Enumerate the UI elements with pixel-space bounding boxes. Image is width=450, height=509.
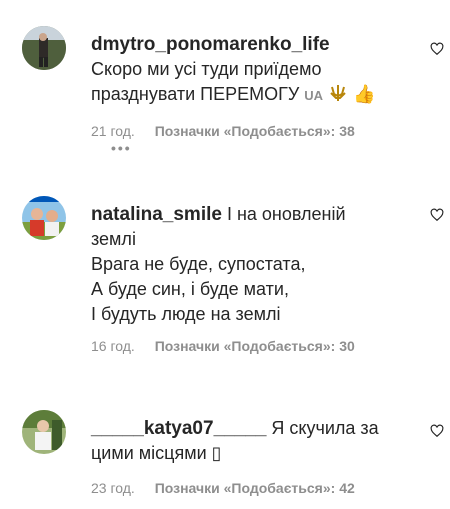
- likes-count[interactable]: Позначки «Подобається»: 30: [155, 338, 355, 354]
- ua-flag-emoji: UA: [304, 88, 324, 103]
- trident-icon: [328, 84, 353, 104]
- heart-icon[interactable]: [430, 208, 444, 222]
- timestamp: 16 год.: [91, 338, 135, 354]
- comment-line: І будуть люде на землі: [91, 304, 281, 324]
- comment-meta: 21 год. Позначки «Подобається»: 38: [91, 123, 355, 139]
- heart-icon[interactable]: [430, 42, 444, 56]
- comment-text: _____katya07_____ Я скучила за цими місц…: [91, 416, 409, 466]
- thumbs-up-emoji: 👍: [353, 84, 376, 104]
- comment-meta: 23 год. Позначки «Подобається»: 42: [91, 480, 355, 496]
- comment-line: цими місцями ▯: [91, 443, 222, 463]
- avatar[interactable]: [22, 196, 66, 240]
- comment-text: dmytro_ponomarenko_life Скоро ми усі туд…: [91, 32, 409, 108]
- likes-count[interactable]: Позначки «Подобається»: 42: [155, 480, 355, 496]
- more-options-icon[interactable]: •••: [111, 140, 132, 156]
- comment-line: празднувати ПЕРЕМОГУ: [91, 84, 300, 104]
- username[interactable]: _____katya07_____: [91, 418, 266, 439]
- comment-text: natalina_smile І на оновленій землі Враг…: [91, 202, 409, 327]
- comment-line: Я скучила за: [266, 418, 379, 438]
- heart-icon[interactable]: [430, 424, 444, 438]
- comment-meta: 16 год. Позначки «Подобається»: 30: [91, 338, 355, 354]
- timestamp: 23 год.: [91, 480, 135, 496]
- likes-count[interactable]: Позначки «Подобається»: 38: [155, 123, 355, 139]
- timestamp: 21 год.: [91, 123, 135, 139]
- username[interactable]: natalina_smile: [91, 204, 222, 225]
- avatar[interactable]: [22, 26, 66, 70]
- avatar[interactable]: [22, 410, 66, 454]
- username[interactable]: dmytro_ponomarenko_life: [91, 34, 330, 55]
- comment-line: А буде син, і буде мати,: [91, 279, 289, 299]
- comment-line: землі: [91, 229, 136, 249]
- comment-line: Врага не буде, супостата,: [91, 254, 306, 274]
- comment-line: І на оновленій: [221, 204, 346, 224]
- comment-line: Скоро ми усі туди приїдемо: [91, 59, 322, 79]
